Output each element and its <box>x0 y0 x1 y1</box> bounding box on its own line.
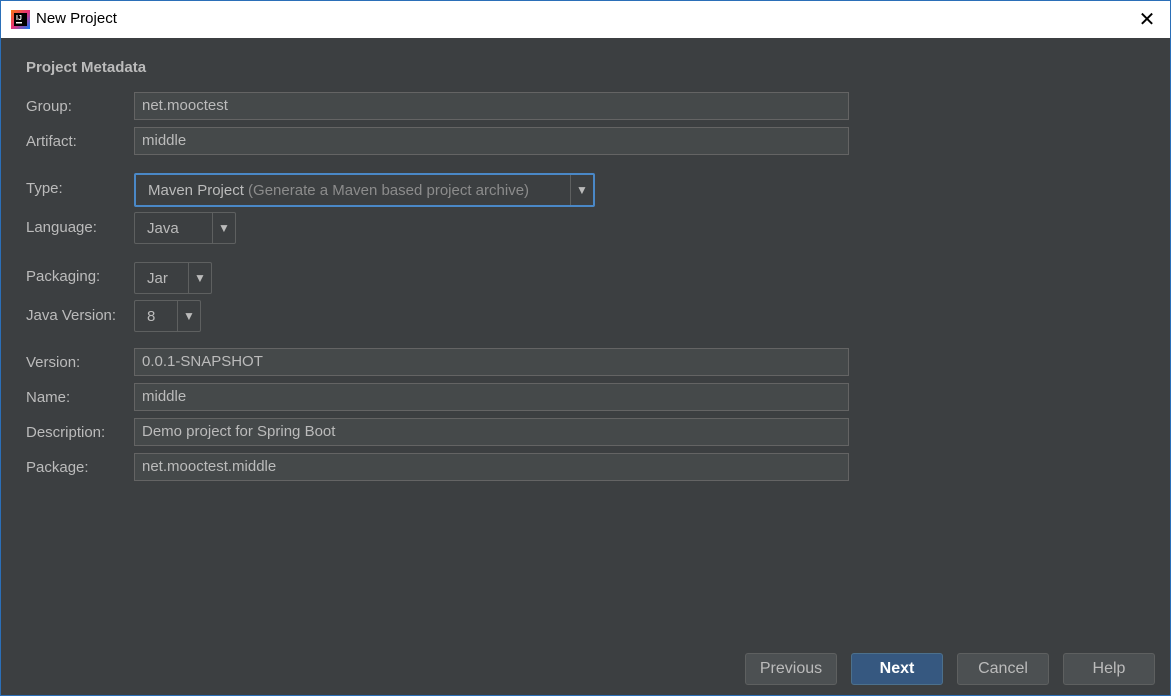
svg-text:IJ: IJ <box>16 15 22 22</box>
language-combo[interactable]: Java ▼ <box>134 212 236 244</box>
java-version-combo[interactable]: 8 ▼ <box>134 300 201 332</box>
close-icon: ✕ <box>1138 9 1156 31</box>
package-label: Package: <box>26 459 89 476</box>
type-label: Type: <box>26 180 63 197</box>
packaging-label: Packaging: <box>26 268 101 285</box>
group-label: Group: <box>26 98 72 115</box>
name-label: Name: <box>26 389 71 406</box>
version-label: Version: <box>26 354 81 371</box>
type-combo[interactable]: Maven Project (Generate a Maven based pr… <box>134 173 595 207</box>
window-title: New Project <box>36 10 117 27</box>
close-button[interactable]: ✕ <box>1124 1 1170 38</box>
triangle-down-icon: ▼ <box>570 175 593 205</box>
java-version-value: 8 <box>147 307 156 325</box>
package-field[interactable]: net.mooctest.middle <box>134 453 849 481</box>
packaging-value: Jar <box>147 269 168 287</box>
version-field[interactable]: 0.0.1-SNAPSHOT <box>134 348 849 376</box>
type-value: Maven Project (Generate a Maven based pr… <box>148 181 530 199</box>
artifact-field[interactable]: middle <box>134 127 849 155</box>
triangle-down-icon: ▼ <box>177 301 200 331</box>
section-title: Project Metadata <box>26 59 147 76</box>
description-field[interactable]: Demo project for Spring Boot <box>134 418 849 446</box>
triangle-down-icon: ▼ <box>212 213 235 243</box>
group-field[interactable]: net.mooctest <box>134 92 849 120</box>
previous-button[interactable]: Previous <box>745 653 837 685</box>
language-label: Language: <box>26 219 97 236</box>
description-label: Description: <box>26 424 106 441</box>
cancel-button[interactable]: Cancel <box>957 653 1049 685</box>
help-button[interactable]: Help <box>1063 653 1155 685</box>
next-button[interactable]: Next <box>851 653 943 685</box>
language-value: Java <box>147 219 179 237</box>
packaging-combo[interactable]: Jar ▼ <box>134 262 212 294</box>
java-version-label: Java Version: <box>26 307 117 324</box>
triangle-down-icon: ▼ <box>188 263 211 293</box>
new-project-dialog: IJ New Project ✕ Project Metadata Group:… <box>0 0 1171 696</box>
name-field[interactable]: middle <box>134 383 849 411</box>
intellij-idea-icon: IJ <box>11 10 30 29</box>
title-bar: IJ New Project ✕ <box>1 1 1170 38</box>
artifact-label: Artifact: <box>26 133 77 150</box>
